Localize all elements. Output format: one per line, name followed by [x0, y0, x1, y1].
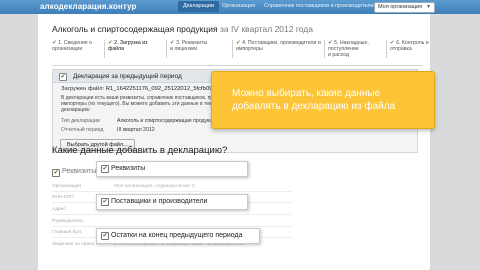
- divider: [52, 214, 292, 215]
- step-divider: [166, 40, 167, 58]
- step-suppliers[interactable]: ✔ 4. Поставщики, производители и импортер…: [236, 40, 322, 52]
- nav-suppliers-directory[interactable]: Справочник поставщиков и производителей: [264, 3, 377, 9]
- declaration-type-row: Тип декларации Алкоголь и спиртосодержащ…: [61, 118, 218, 124]
- step-divider: [386, 40, 387, 58]
- divider: [52, 226, 292, 227]
- step-file-upload[interactable]: ✔ 2. Загрузка из файла: [108, 40, 164, 52]
- loaded-file-info: Загружен файл: R1_1642251176_092_2512201…: [61, 86, 219, 92]
- faded-row-label: Главный бухг.: [52, 230, 83, 235]
- data-selection-heading: Какие данные добавить в декларацию?: [52, 145, 228, 156]
- wizard-steps: ✔ 1. Сведения о организации ✔ 2. Загрузка…: [52, 40, 430, 62]
- top-bar: алкодекларация.контур Декларации Организ…: [0, 0, 480, 14]
- steps-divider-line: [52, 65, 422, 66]
- reporting-period-value: III квартал 2012: [117, 127, 155, 133]
- popup-suppliers-option[interactable]: ✔ Поставщики и производители: [96, 194, 248, 210]
- hint-tooltip-text: Можно выбирать, какие данные добавлять в…: [232, 88, 396, 112]
- brand-logo[interactable]: алкодекларация.контур: [40, 2, 137, 11]
- step-label: 6. Контроль и отправка: [390, 40, 429, 52]
- popup-requisites-checkbox[interactable]: ✔: [101, 165, 109, 173]
- organization-select-value: Моя организация: [378, 4, 423, 10]
- previous-declaration-title: Декларация за предыдущий период: [73, 73, 182, 80]
- previous-declaration-checkbox[interactable]: ✔: [59, 73, 67, 81]
- faded-row: Адрес Россия, ...: [52, 207, 136, 212]
- divider: [52, 191, 292, 192]
- page-title-period: за IV квартал 2012 года: [219, 24, 313, 34]
- popup-requisites-option[interactable]: ✔ Реквизиты: [96, 161, 248, 177]
- requisites-section-label: Реквизиты: [62, 168, 97, 175]
- page-title: Алкоголь и спиртосодержащая продукция за…: [52, 24, 313, 34]
- popup-balances-option[interactable]: ✔ Остатки на конец предыдущего периода: [96, 228, 260, 244]
- step-label: 4. Поставщики, производители и импортеры: [236, 40, 321, 52]
- faded-row: Организация Моя организация, подразделен…: [52, 184, 195, 189]
- declaration-type-value: Алкоголь и спиртосодержащая продукция: [117, 118, 219, 124]
- step-label: 3. Реквизиты и лицензии: [170, 40, 208, 52]
- popup-suppliers-checkbox[interactable]: ✔: [101, 198, 109, 206]
- popup-balances-label: Остатки на конец предыдущего периода: [111, 232, 243, 239]
- faded-row-value: Моя организация, подразделение: 2: [114, 184, 195, 189]
- faded-row: Главный бухг. Стеклотара Ночевные Финанс…: [52, 230, 185, 235]
- popup-balances-checkbox[interactable]: ✔: [101, 232, 109, 240]
- faded-row-label: Адрес: [52, 207, 66, 212]
- step-label: 5. Накладные, поступление и расход: [328, 40, 369, 58]
- loaded-file-name: R1_1642251176_092_25122012_5fcfb09c-f: [105, 86, 219, 92]
- nav-declarations[interactable]: Декларации: [178, 1, 219, 12]
- faded-row-label: Лицензия на произ...: [52, 242, 99, 247]
- step-requisites[interactable]: ✔ 3. Реквизиты и лицензии: [170, 40, 230, 52]
- nav-organization[interactable]: Организация: [222, 3, 255, 9]
- popup-suppliers-label: Поставщики и производители: [111, 198, 208, 205]
- step-divider: [104, 40, 105, 58]
- step-label: 1. Сведения о организации: [52, 40, 92, 52]
- faded-row-label: Организация: [52, 184, 81, 189]
- step-control-send[interactable]: ✔ 6. Контроль и отправка: [390, 40, 430, 52]
- hint-tooltip: Можно выбирать, какие данные добавлять в…: [211, 71, 435, 129]
- loaded-file-label: Загружен файл:: [61, 86, 105, 92]
- faded-row: ИНН-КПП: [52, 195, 74, 200]
- faded-row-label: Руководитель: [52, 219, 83, 224]
- step-divider: [324, 40, 325, 58]
- faded-row: Руководитель: [52, 219, 83, 224]
- organization-select[interactable]: Моя организация ▼: [374, 2, 435, 13]
- declaration-type-label: Тип декларации: [61, 118, 100, 124]
- requisites-section-checkbox[interactable]: ✔: [52, 169, 60, 177]
- chevron-down-icon: ▼: [426, 4, 431, 10]
- popup-requisites-label: Реквизиты: [111, 165, 146, 172]
- faded-row-label: ИНН-КПП: [52, 195, 74, 200]
- reporting-period-label: Отчетный период: [61, 127, 104, 133]
- step-divider: [232, 40, 233, 58]
- faded-row: Лицензия на произ... 1 70 7091 Лицензия …: [52, 242, 244, 247]
- step-organization-info[interactable]: ✔ 1. Сведения о организации: [52, 40, 104, 52]
- page-title-text: Алкоголь и спиртосодержащая продукция: [52, 24, 218, 34]
- reporting-period-row: Отчетный период III квартал 2012: [61, 127, 155, 133]
- step-label: 2. Загрузка из файла: [108, 40, 148, 52]
